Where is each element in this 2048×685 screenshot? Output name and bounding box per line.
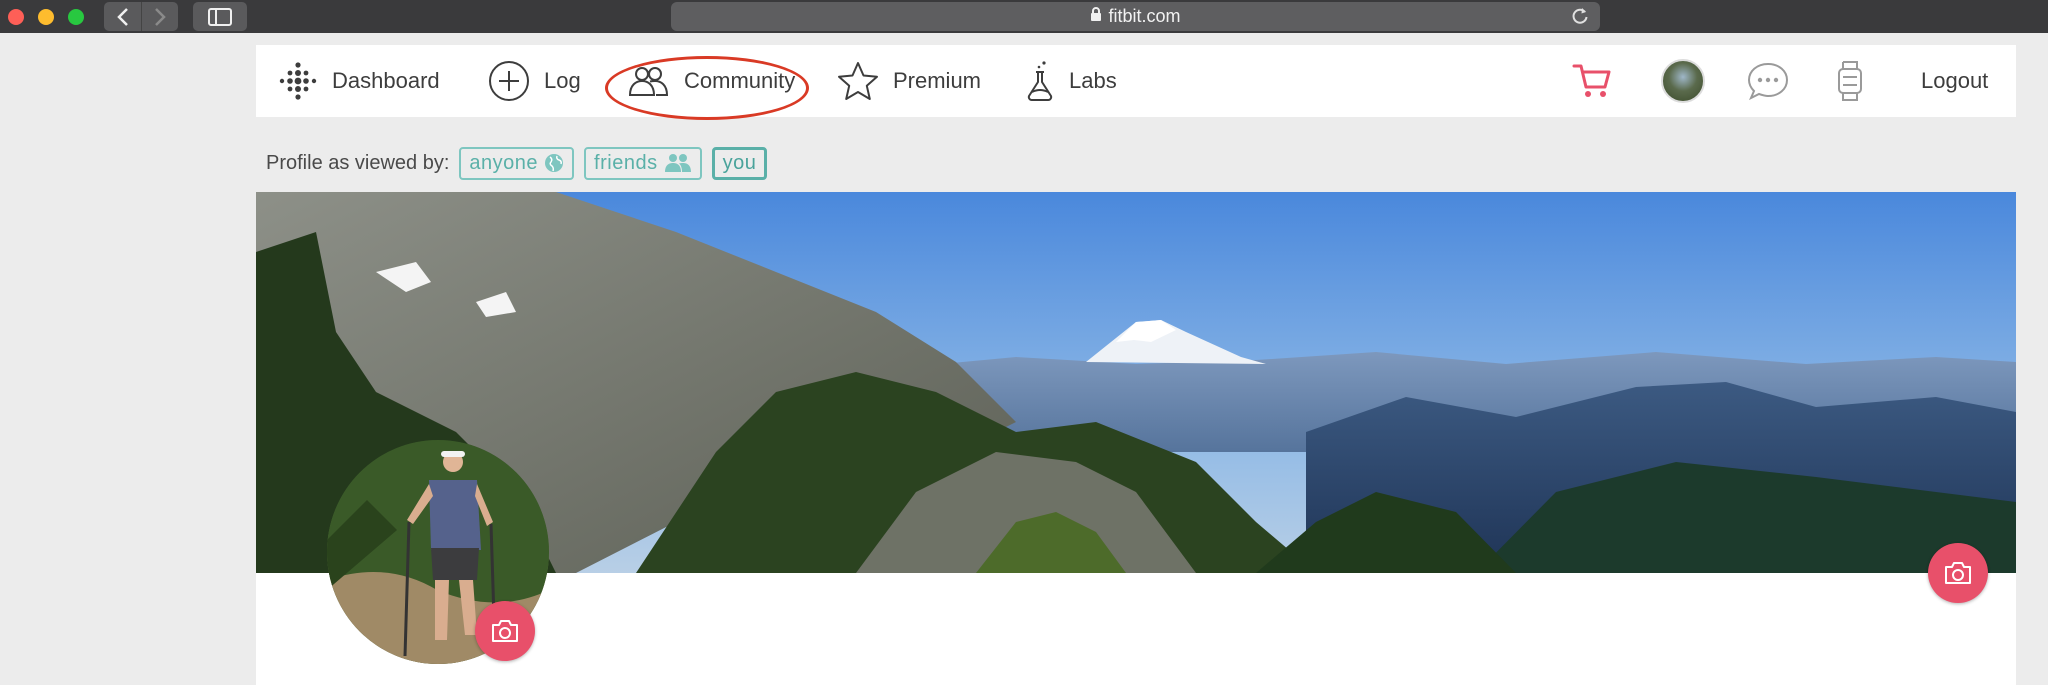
star-icon bbox=[837, 61, 879, 101]
user-avatar-button[interactable] bbox=[1661, 45, 1705, 117]
flask-icon bbox=[1025, 60, 1055, 102]
reload-icon[interactable] bbox=[1570, 6, 1590, 31]
view-as-you-label: you bbox=[722, 151, 757, 174]
messages-button[interactable] bbox=[1746, 45, 1790, 117]
chevron-left-icon bbox=[116, 7, 128, 26]
lock-icon bbox=[1090, 6, 1102, 27]
view-as-you-button[interactable]: you bbox=[711, 146, 768, 180]
change-profile-photo-button[interactable] bbox=[475, 601, 535, 661]
nav-dashboard[interactable]: Dashboard bbox=[278, 45, 440, 117]
fitbit-dots-icon bbox=[278, 61, 318, 101]
browser-back-button[interactable] bbox=[104, 2, 141, 31]
profile-visibility-bar: Profile as viewed by: anyone friends you bbox=[266, 146, 768, 180]
top-navigation: Dashboard Log Community Premium Labs Log… bbox=[256, 45, 2016, 120]
chevron-right-icon bbox=[155, 7, 166, 26]
change-cover-photo-button[interactable] bbox=[1928, 543, 1988, 603]
plus-circle-icon bbox=[488, 60, 530, 102]
profile-visibility-label: Profile as viewed by: bbox=[266, 151, 450, 174]
globe-icon bbox=[544, 153, 564, 173]
address-bar[interactable]: fitbit.com bbox=[671, 2, 1600, 31]
nav-log[interactable]: Log bbox=[488, 45, 581, 117]
window-minimize-button[interactable] bbox=[38, 9, 54, 25]
nav-labs-label: Labs bbox=[1069, 68, 1117, 93]
browser-sidebar-button[interactable] bbox=[193, 2, 247, 31]
camera-icon bbox=[1945, 562, 1971, 584]
nav-labs[interactable]: Labs bbox=[1025, 45, 1117, 117]
view-as-anyone-label: anyone bbox=[469, 151, 539, 174]
avatar bbox=[1661, 59, 1705, 103]
browser-toolbar: fitbit.com bbox=[0, 0, 2048, 33]
nav-premium[interactable]: Premium bbox=[837, 45, 981, 117]
address-text: fitbit.com bbox=[1108, 6, 1181, 26]
community-annotation-circle bbox=[605, 56, 809, 120]
nav-log-label: Log bbox=[544, 68, 581, 93]
cart-icon bbox=[1572, 64, 1611, 97]
logout-link[interactable]: Logout bbox=[1921, 45, 1988, 117]
view-as-friends-label: friends bbox=[594, 151, 658, 174]
sidebar-icon bbox=[208, 7, 232, 26]
watch-icon bbox=[1838, 61, 1862, 101]
page-left-margin bbox=[0, 33, 256, 685]
window-close-button[interactable] bbox=[8, 9, 24, 25]
nav-dashboard-label: Dashboard bbox=[332, 68, 440, 93]
window-maximize-button[interactable] bbox=[68, 9, 84, 25]
chat-bubble-icon bbox=[1747, 62, 1789, 101]
cart-button[interactable] bbox=[1572, 45, 1612, 117]
nav-premium-label: Premium bbox=[893, 68, 982, 93]
browser-forward-button[interactable] bbox=[141, 2, 178, 31]
camera-icon bbox=[492, 620, 518, 642]
device-button[interactable] bbox=[1837, 45, 1863, 117]
view-as-anyone-button[interactable]: anyone bbox=[459, 146, 575, 180]
view-as-friends-button[interactable]: friends bbox=[584, 146, 702, 180]
friends-icon bbox=[664, 153, 692, 173]
